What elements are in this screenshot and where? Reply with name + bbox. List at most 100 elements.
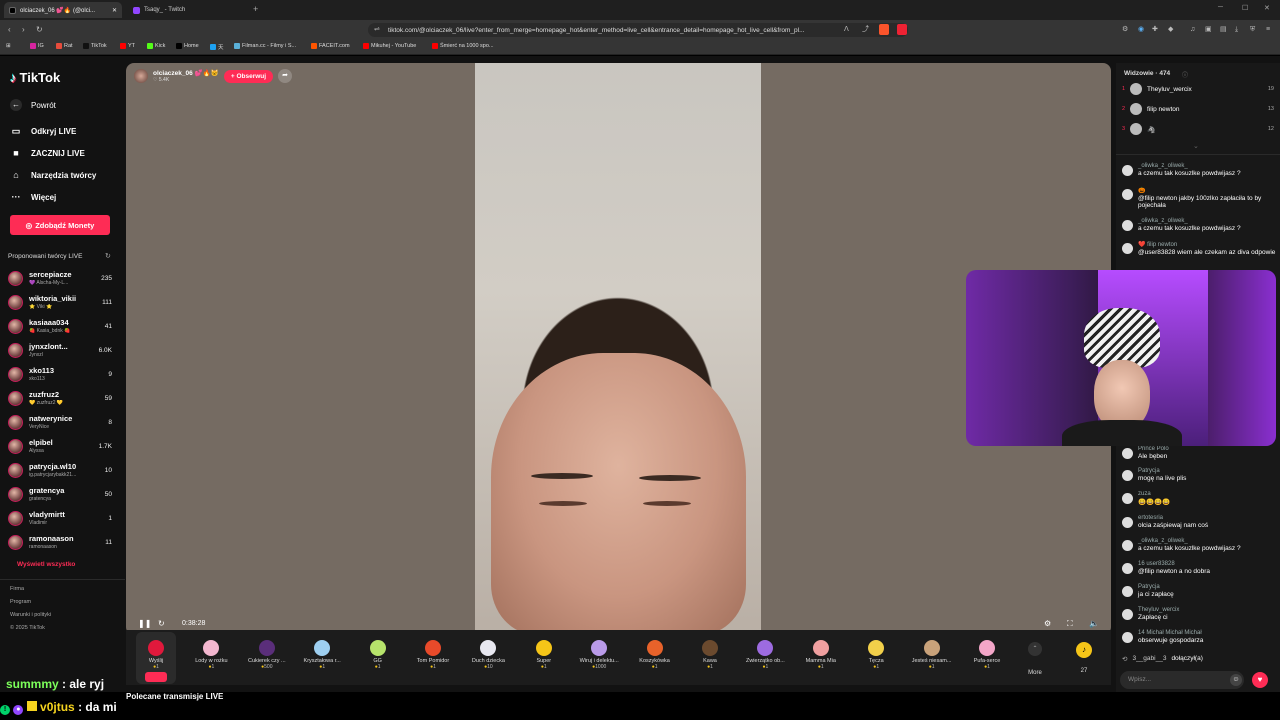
bookmark-yt[interactable]: YT	[120, 43, 135, 49]
tiktok-logo[interactable]: ♪ TikTok	[10, 70, 60, 85]
chat-message[interactable]: ertotesria olcia zaśpiewaj nam coś	[1122, 515, 1276, 529]
viewer-row[interactable]: 1 Theyluv_wercix 19	[1122, 83, 1274, 101]
chat-message[interactable]: _oliwka_z_oliwek_ a czemu tak kosuzlke po…	[1122, 538, 1276, 552]
bookmark-filman[interactable]: Filman.cc - Filmy i S...	[234, 43, 296, 49]
volume-icon[interactable]: 🔈	[1089, 619, 1099, 628]
bookmark-smierc[interactable]: Śmierć na 1000 spo...	[432, 43, 494, 49]
sidebar-icon[interactable]: ▣	[1205, 25, 1212, 35]
chat-message[interactable]: Patrycja mogę na live plis	[1122, 468, 1276, 482]
gift-item[interactable]: Kawa ●1	[684, 632, 736, 670]
puzzle-icon[interactable]: ✚	[1152, 25, 1158, 35]
gift-item[interactable]: Tęcza ●1	[850, 632, 902, 670]
host-name[interactable]: olciaczek_06 💕🔥🐱	[153, 69, 219, 77]
close-icon[interactable]: ✕	[112, 7, 117, 14]
gift-item[interactable]: Kryształowa r... ●1	[296, 632, 348, 670]
creator-item[interactable]: patrycja.wl10 ig.patrycjarybakk21... 10	[8, 460, 116, 482]
chat-message[interactable]: _oliwka_z_oliwek_ a czemu tak kosuzlke po…	[1122, 218, 1276, 232]
chat-message[interactable]: Theyluv_wercix Zapłacę ci	[1122, 607, 1276, 621]
live-video[interactable]: olciaczek_06 💕🔥🐱 ♡ 5.4K + Obserwuj ➦ ❚❚ …	[126, 63, 1111, 635]
tab-tiktok[interactable]: olciaczek_06 💕🔥 (@olci... ✕	[4, 2, 122, 18]
minimize-icon[interactable]: ─	[1218, 4, 1223, 11]
emoji-icon[interactable]: ☺	[1230, 674, 1242, 686]
gift-item[interactable]: Super ●1	[518, 632, 570, 670]
creator-item[interactable]: vladymirtt Vladimir 1	[8, 508, 116, 530]
download-icon[interactable]: ⤓	[1235, 25, 1238, 35]
tab-twitch[interactable]: Tsaqy_ - Twitch	[128, 2, 246, 18]
chat-message[interactable]: 16 user83828 @filip newton a no dobra	[1122, 561, 1276, 575]
refresh-icon[interactable]: ↻	[105, 252, 111, 260]
info-icon[interactable]: ⓘ	[1182, 70, 1188, 79]
coin-balance[interactable]: ♪ 27	[1070, 640, 1098, 674]
bookmark-faceit[interactable]: FACEIT.com	[311, 43, 350, 49]
gift-item[interactable]: GG ●1	[352, 632, 404, 670]
nav-more[interactable]: ··· Więcej	[10, 192, 57, 202]
get-coins-button[interactable]: ◎ Zdobądź Monety	[10, 215, 110, 235]
chat-message[interactable]: _oliwka_z_oliwek_ a czemu tak kosuzlke po…	[1122, 163, 1276, 177]
media-icon[interactable]: ♫	[1190, 25, 1195, 35]
gift-item[interactable]: Wiruj i delektu... ●1000	[573, 632, 625, 670]
brave-shield-icon[interactable]	[879, 24, 889, 35]
extension-icon[interactable]: ◉	[1138, 25, 1144, 35]
back-arrow-icon[interactable]: ‹	[8, 25, 11, 35]
bookmark-mikuhej[interactable]: Mikuhej - YouTube	[363, 43, 416, 49]
gift-item[interactable]: Jesteś niesam... ●1	[906, 632, 958, 670]
gift-item[interactable]: Lody w rożku ●1	[185, 632, 237, 670]
more-gifts-button[interactable]: ⌃ More	[1022, 640, 1048, 676]
nav-creator-tools[interactable]: ⌂ Narzędzia twórcy	[10, 170, 96, 180]
chat-message[interactable]: ❤️ filip newton @user83828 wiem ale czeka…	[1122, 241, 1276, 256]
pause-icon[interactable]: ❚❚	[138, 619, 151, 628]
gift-item[interactable]: Tom Pomidor ●1	[407, 632, 459, 670]
gift-item[interactable]: Koszykówka ●1	[629, 632, 681, 670]
brave-rewards-icon[interactable]	[897, 24, 907, 35]
creator-item[interactable]: wiktoria_vikii ⭐ Viki ⭐ 111	[8, 292, 116, 314]
fullscreen-icon[interactable]: ⛶	[1067, 619, 1073, 629]
see-all-link[interactable]: Wyświetl wszystko	[17, 561, 75, 568]
extension-icon[interactable]: ◆	[1168, 25, 1173, 35]
chat-message[interactable]: Patrycja ja ci zapłacę	[1122, 584, 1276, 598]
creator-item[interactable]: elpibel Alyssa 1.7K	[8, 436, 116, 458]
settings-icon[interactable]: ⚙	[1044, 619, 1051, 628]
creator-item[interactable]: gratencya gratencya 50	[8, 484, 116, 506]
gift-item[interactable]: Cukierek czy ... ●500	[241, 632, 293, 670]
extension-icon[interactable]: ▤	[1220, 25, 1227, 35]
bookmark-kanji[interactable]: 天	[210, 43, 224, 51]
creator-item[interactable]: natwerynice VeryNice 8	[8, 412, 116, 434]
vpn-icon[interactable]: ⛨	[1250, 25, 1255, 35]
back-button[interactable]: ← Powrót	[10, 99, 56, 111]
creator-item[interactable]: xko113 xko113 9	[8, 364, 116, 386]
address-bar[interactable]: ⇌ tiktok.com/@olciaczek_06/live?enter_fr…	[368, 23, 908, 37]
maximize-icon[interactable]: ☐	[1242, 4, 1248, 12]
menu-icon[interactable]: ≡	[1266, 25, 1270, 35]
nav-start-live[interactable]: ■ ZACZNIJ LIVE	[10, 148, 85, 158]
gift-item[interactable]: Duch dziecka ●10	[462, 632, 514, 670]
creator-item[interactable]: kasiaaa034 🍓 Kasia_bdnk 🍓 41	[8, 316, 116, 338]
creator-item[interactable]: jynxzlont... Jynxzl 6.0K	[8, 340, 116, 362]
follow-button[interactable]: + Obserwuj	[223, 69, 274, 83]
bookmark-rat[interactable]: Rat	[56, 43, 73, 49]
like-heart-icon[interactable]: ♥	[1252, 672, 1268, 688]
gift-item[interactable]: Zwierzątko ob... ●1	[739, 632, 791, 670]
chat-input[interactable]: Wpisz...	[1120, 671, 1244, 689]
share-arrow-icon[interactable]: ➦	[278, 69, 293, 83]
chat-message[interactable]: Prince Polo Ale bęben	[1122, 446, 1276, 460]
share-icon[interactable]: ⤴	[862, 25, 869, 35]
host-avatar[interactable]	[134, 69, 148, 83]
chat-message[interactable]: zuza 😀😀😀😀	[1122, 491, 1276, 506]
new-tab-icon[interactable]: +	[253, 4, 258, 14]
footer-link[interactable]: Warunki i polityki	[10, 612, 51, 618]
bookmark-kick[interactable]: Kick	[147, 43, 165, 49]
chat-message[interactable]: 🎃 @filip newton jakby 100zlko zapłaciła t…	[1122, 187, 1276, 209]
chevron-down-icon[interactable]: ⌄	[1193, 142, 1199, 150]
gift-item[interactable]: Mamma Mia ●1	[795, 632, 847, 670]
apps-grid-icon[interactable]: ⊞	[6, 43, 11, 49]
translate-icon[interactable]: ꓥ	[844, 25, 849, 35]
window-close-icon[interactable]: ✕	[1264, 4, 1270, 12]
bookmark-ig[interactable]: IG	[30, 43, 44, 49]
creator-item[interactable]: sercepiacze 💜 Alscha-My-L... 235	[8, 268, 116, 290]
bookmark-home[interactable]: Home	[176, 43, 199, 49]
forward-arrow-icon[interactable]: ›	[22, 25, 25, 35]
gift-item[interactable]: Pufa-serce ●1	[961, 632, 1013, 670]
nav-discover-live[interactable]: ▭ Odkryj LIVE	[10, 126, 77, 137]
gift-item[interactable]: Wyślij ●1	[130, 632, 182, 670]
extension-icon[interactable]: ⚙	[1122, 25, 1128, 35]
